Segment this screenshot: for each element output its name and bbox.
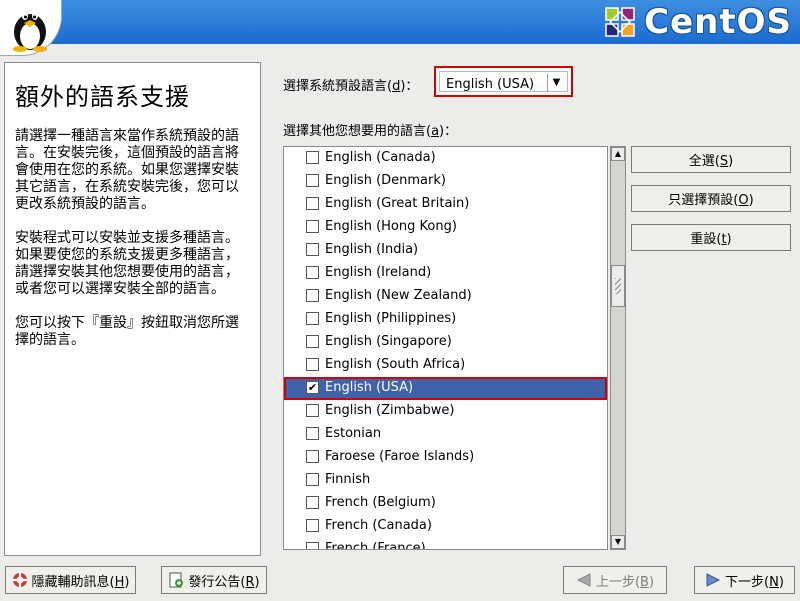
language-checkbox[interactable] — [306, 174, 319, 187]
language-label: Finnish — [325, 472, 371, 487]
header-banner: CentOS — [0, 0, 800, 56]
select-default-only-button[interactable]: 只選擇預設(O) — [631, 185, 791, 212]
language-label: English (Hong Kong) — [325, 219, 457, 234]
language-list-item[interactable]: English (India) — [284, 239, 607, 262]
language-label: French (France) — [325, 541, 426, 550]
language-list-item[interactable]: French (Belgium) — [284, 492, 607, 515]
language-checkbox[interactable] — [306, 243, 319, 256]
release-notes-button[interactable]: 發行公告(R) — [161, 566, 267, 594]
language-checkbox[interactable] — [306, 312, 319, 325]
help-title: 額外的語系支援 — [15, 83, 190, 111]
back-button[interactable]: 上一步(B) — [563, 566, 667, 594]
language-list-item[interactable]: English (Zimbabwe) — [284, 400, 607, 423]
language-label: English (Ireland) — [325, 265, 432, 280]
language-label: English (South Africa) — [325, 357, 466, 372]
language-list-item[interactable]: English (Ireland) — [284, 262, 607, 285]
language-list-item[interactable]: English (Denmark) — [284, 170, 607, 193]
language-checkbox[interactable] — [306, 496, 319, 509]
language-label: English (Denmark) — [325, 173, 446, 188]
language-checkbox[interactable] — [306, 220, 319, 233]
release-notes-icon — [168, 572, 184, 588]
language-label: Faroese (Faroe Islands) — [325, 449, 475, 464]
language-label: English (Singapore) — [325, 334, 452, 349]
language-checkbox[interactable] — [306, 519, 319, 532]
language-checkbox[interactable] — [306, 266, 319, 279]
language-list-item[interactable]: English (Philippines) — [284, 308, 607, 331]
language-list-item[interactable]: Finnish — [284, 469, 607, 492]
select-all-button[interactable]: 全選(S) — [631, 146, 791, 173]
arrow-left-icon — [576, 572, 592, 588]
language-checkbox[interactable] — [306, 335, 319, 348]
language-checkbox[interactable] — [306, 542, 319, 549]
language-label: English (Zimbabwe) — [325, 403, 455, 418]
scroll-up-button[interactable]: ▲ — [611, 147, 625, 161]
help-paragraph: 安裝程式可以安裝並支援多種語言。如果要使您的系統支援更多種語言，請選擇安裝其他您… — [15, 230, 239, 297]
language-checkbox[interactable] — [306, 197, 319, 210]
language-list-item[interactable]: English (South Africa) — [284, 354, 607, 377]
language-list-item[interactable]: English (Canada) — [284, 147, 607, 170]
language-list-item[interactable]: English (New Zealand) — [284, 285, 607, 308]
default-language-label: 選擇系統預設語言(d)： — [283, 79, 419, 94]
language-checkbox[interactable] — [306, 358, 319, 371]
language-label: English (Philippines) — [325, 311, 457, 326]
language-label: French (Belgium) — [325, 495, 436, 510]
help-panel: 額外的語系支援 請選擇一種語言來當作系統預設的語言。在安裝完後，這個預設的語言將… — [4, 62, 261, 556]
language-label: French (Canada) — [325, 518, 432, 533]
language-checkbox[interactable] — [306, 473, 319, 486]
language-checkbox[interactable] — [306, 151, 319, 164]
default-language-select[interactable]: English (USA) ▼ — [434, 66, 573, 97]
language-list-item[interactable]: English (Hong Kong) — [284, 216, 607, 239]
scroll-down-button[interactable]: ▼ — [611, 535, 625, 549]
tux-logo — [0, 0, 62, 56]
help-paragraph: 請選擇一種語言來當作系統預設的語言。在安裝完後，這個預設的語言將會使用在您的系統… — [15, 128, 239, 212]
reset-button[interactable]: 重設(t) — [631, 224, 791, 251]
next-button[interactable]: 下一步(N) — [694, 566, 795, 594]
language-list-item[interactable]: French (France) — [284, 538, 607, 550]
language-list[interactable]: English (Canada) English (Denmark) English… — [283, 146, 608, 550]
language-label: English (India) — [325, 242, 419, 257]
language-label: Estonian — [325, 426, 382, 441]
language-list-item[interactable]: English (Singapore) — [284, 331, 607, 354]
language-list-item[interactable]: French (Canada) — [284, 515, 607, 538]
language-list-item[interactable]: Estonian — [284, 423, 607, 446]
language-list-item[interactable]: ✔ English (USA) — [284, 377, 607, 400]
arrow-right-icon — [705, 572, 721, 588]
default-language-value: English (USA) — [446, 77, 535, 92]
other-languages-label: 選擇其他您想要用的語言(a)： — [283, 124, 458, 139]
language-label: English (New Zealand) — [325, 288, 472, 303]
language-label: English (USA) — [325, 380, 414, 395]
language-list-item[interactable]: Faroese (Faroe Islands) — [284, 446, 607, 469]
language-label: English (Canada) — [325, 150, 436, 165]
centos-emblem-icon — [605, 7, 635, 37]
chevron-down-icon[interactable]: ▼ — [547, 74, 565, 92]
brand-name: CentOS — [644, 2, 792, 42]
help-paragraph: 您可以按下『重設』按鈕取消您所選擇的語言。 — [15, 315, 239, 348]
language-checkbox[interactable] — [306, 427, 319, 440]
language-list-scrollbar[interactable]: ▲ ▼ — [610, 146, 626, 550]
language-checkbox[interactable] — [306, 289, 319, 302]
language-label: English (Great Britain) — [325, 196, 470, 211]
centos-logo: CentOS — [602, 2, 792, 42]
language-checkbox[interactable] — [306, 404, 319, 417]
hide-help-button[interactable]: 隱藏輔助訊息(H) — [5, 566, 136, 594]
help-lifebuoy-icon — [12, 572, 28, 588]
language-checkbox[interactable] — [306, 450, 319, 463]
language-checkbox[interactable]: ✔ — [306, 381, 319, 394]
language-list-item[interactable]: English (Great Britain) — [284, 193, 607, 216]
scrollbar-thumb[interactable] — [611, 265, 625, 307]
